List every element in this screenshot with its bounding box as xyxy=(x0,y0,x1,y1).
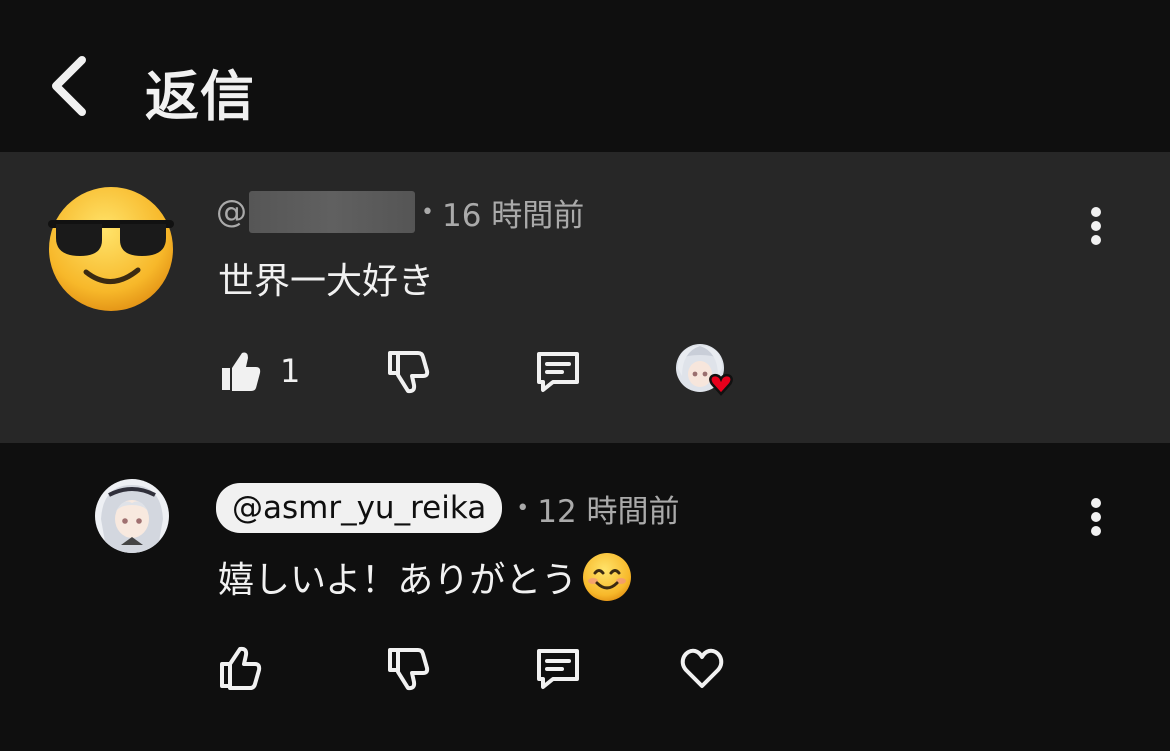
reply-text-row: 嬉しいよ！ありがとう xyxy=(218,551,633,603)
creator-heart-badge xyxy=(676,344,736,400)
creator-avatar-icon xyxy=(95,479,169,553)
reply-more-options-button[interactable] xyxy=(1084,495,1108,539)
comment-actions: 1 xyxy=(216,344,776,398)
thumbs-up-filled-icon xyxy=(222,352,261,391)
back-button[interactable] xyxy=(40,50,100,122)
thumbs-down-icon xyxy=(388,648,430,691)
meta-separator: • xyxy=(421,199,434,225)
reply-actions xyxy=(216,641,776,695)
like-button[interactable]: 1 xyxy=(216,344,300,398)
header-bar: 返信 xyxy=(0,0,1170,152)
more-options-button[interactable] xyxy=(1084,204,1108,248)
highlighted-comment: @ • 16 時間前 世界一大好き 1 xyxy=(0,152,1170,443)
reply-reply-button[interactable] xyxy=(534,641,582,695)
reply-comment: @asmr_yu_reika • 12 時間前 嬉しいよ！ありがとう xyxy=(0,443,1170,751)
author-handle[interactable]: @ xyxy=(216,194,247,230)
reply-like-button[interactable] xyxy=(216,641,264,695)
heart-button[interactable] xyxy=(678,641,726,695)
redacted-username xyxy=(249,191,415,233)
meta-separator: • xyxy=(516,495,530,521)
creator-avatar-heart-icon xyxy=(676,344,733,396)
like-count: 1 xyxy=(280,352,301,390)
heart-outline-icon xyxy=(680,648,724,688)
comment-timestamp: 16 時間前 xyxy=(441,197,585,234)
dislike-button[interactable] xyxy=(384,344,432,398)
reply-timestamp: 12 時間前 xyxy=(537,493,680,530)
reply-button[interactable] xyxy=(534,344,582,398)
thumbs-down-icon xyxy=(388,351,430,394)
comment-text: 世界一大好き xyxy=(218,261,435,302)
creator-avatar[interactable] xyxy=(95,479,169,553)
avatar[interactable] xyxy=(46,184,176,314)
reply-meta: @asmr_yu_reika • 12 時間前 xyxy=(216,483,680,533)
smiling-face-emoji-icon xyxy=(583,553,632,601)
reply-dislike-button[interactable] xyxy=(384,641,432,695)
comment-icon xyxy=(537,352,579,392)
sunglasses-emoji-icon xyxy=(48,187,174,311)
page-title: 返信 xyxy=(145,65,255,128)
comment-meta: @ • 16 時間前 xyxy=(216,191,585,234)
thumbs-up-icon xyxy=(220,646,262,690)
comment-icon xyxy=(537,649,579,689)
chevron-left-icon xyxy=(52,56,86,116)
creator-handle-chip[interactable]: @asmr_yu_reika xyxy=(216,483,503,533)
reply-text: 嬉しいよ！ありがとう xyxy=(218,560,578,601)
